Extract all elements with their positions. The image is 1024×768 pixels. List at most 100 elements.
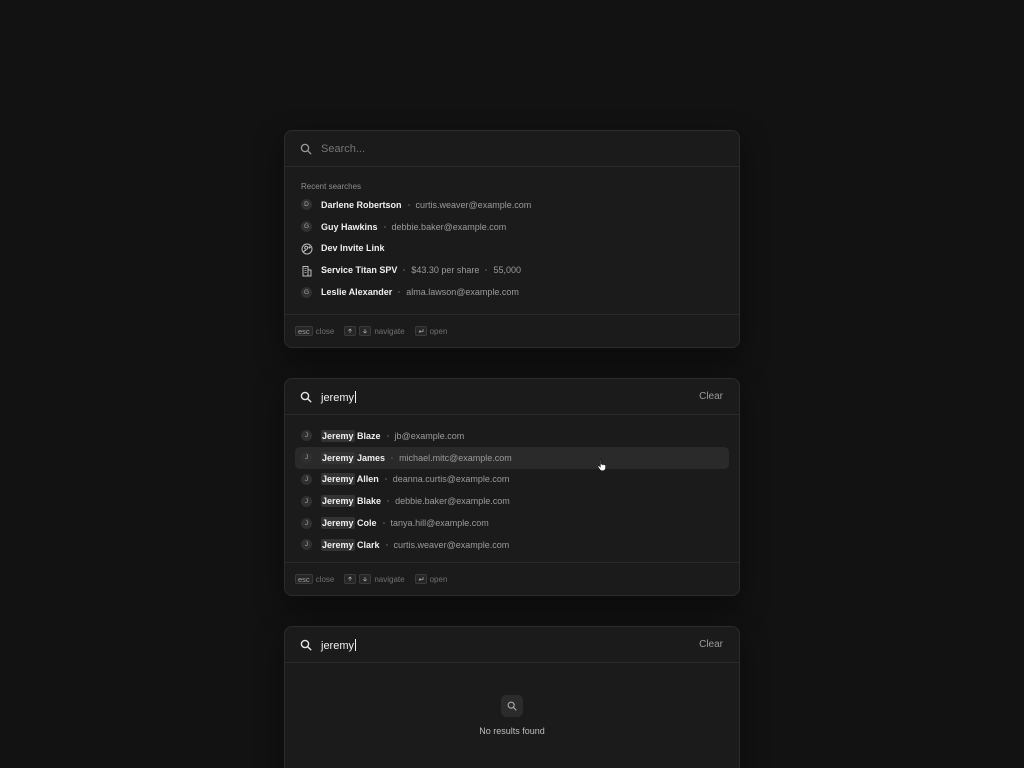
text-caret [355, 638, 357, 651]
stage: Recent searches D Darlene Robertson curtis… [0, 0, 1024, 768]
name-rest: Cole [354, 518, 377, 529]
recent-item-title: Guy Hawkins [321, 221, 378, 232]
enter-key-icon [414, 326, 427, 336]
avatar: G [301, 286, 312, 298]
result-item-email: tanya.hill@example.com [390, 518, 489, 529]
search-input[interactable]: jeremy [321, 636, 695, 654]
search-query: jeremy [321, 391, 355, 404]
recent-item-detail: curtis.weaver@example.com [415, 199, 532, 210]
search-input[interactable] [321, 142, 727, 155]
result-item-name: Jeremy Allen [321, 473, 379, 486]
avatar: J [301, 539, 312, 551]
enter-key-icon [414, 574, 427, 584]
result-item-email: curtis.weaver@example.com [393, 539, 510, 550]
result-item[interactable]: J Jeremy James michael.mitc@example.com [295, 446, 729, 469]
search-bar: jeremy Clear [285, 627, 739, 663]
avatar: J [301, 430, 312, 442]
results-list: J Jeremy Blaze jb@example.com J Jeremy James… [285, 415, 739, 556]
recent-item[interactable]: D Darlene Robertson curtis.weaver@example.… [295, 194, 729, 216]
match-highlight: Jeremy [321, 429, 355, 442]
match-highlight: Jeremy [321, 538, 355, 551]
command-palette-empty: jeremy Clear No results found [284, 626, 740, 768]
recent-item[interactable]: G Leslie Alexander alma.lawson@example.com [295, 281, 729, 303]
separator-dot [403, 269, 406, 272]
name-rest: Blaze [354, 430, 381, 441]
name-rest: Clark [354, 539, 380, 550]
recent-item-detail: 55,000 [493, 265, 521, 276]
match-highlight: Jeremy [321, 473, 355, 486]
result-item[interactable]: J Jeremy Blake debbie.baker@example.com [295, 490, 729, 512]
pointer-cursor-icon [597, 458, 606, 471]
avatar: J [301, 452, 312, 464]
text-caret [355, 390, 357, 403]
arrow-up-key-icon [344, 326, 357, 336]
recent-item-title: Darlene Robertson [321, 199, 402, 210]
recent-item-detail: debbie.baker@example.com [391, 221, 507, 232]
separator-dot [485, 269, 488, 272]
recent-list: D Darlene Robertson curtis.weaver@example.… [285, 194, 739, 303]
esc-key: esc [295, 326, 313, 336]
recent-item-title: Service Titan SPV [321, 265, 398, 276]
result-item[interactable]: J Jeremy Cole tanya.hill@example.com [295, 512, 729, 534]
recent-item[interactable]: G Guy Hawkins debbie.baker@example.com [295, 216, 729, 238]
recent-item-detail: $43.30 per share [411, 265, 480, 276]
user-link-icon [301, 242, 313, 255]
navigate-hint: navigate [374, 574, 405, 584]
recent-searches-label: Recent searches [301, 182, 362, 191]
palette-footer: esc close navigate open [285, 314, 739, 347]
separator-dot [386, 434, 389, 437]
name-rest: James [354, 452, 386, 463]
search-bar: jeremy Clear [285, 379, 739, 415]
search-query: jeremy [321, 639, 355, 652]
result-item-name: Jeremy Clark [321, 538, 380, 551]
recent-item-title: Dev Invite Link [321, 243, 385, 254]
result-item-email: debbie.baker@example.com [395, 496, 510, 507]
match-highlight: Jeremy [321, 495, 355, 508]
separator-dot [391, 456, 394, 459]
result-item-name: Jeremy Cole [321, 517, 377, 530]
result-item-name: Jeremy James [321, 451, 386, 464]
recent-item[interactable]: Service Titan SPV $43.30 per share 55,000 [295, 259, 729, 281]
no-results-message: No results found [479, 726, 545, 736]
result-item[interactable]: J Jeremy Blaze jb@example.com [295, 425, 729, 447]
close-hint: close [315, 326, 335, 336]
avatar: G [301, 221, 312, 233]
recent-item[interactable]: Dev Invite Link [295, 238, 729, 260]
result-item-email: michael.mitc@example.com [399, 452, 512, 463]
result-item[interactable]: J Jeremy Clark curtis.weaver@example.com [295, 534, 729, 556]
open-hint: open [429, 326, 448, 336]
name-rest: Blake [354, 496, 382, 507]
clear-button[interactable]: Clear [695, 637, 727, 652]
separator-dot [382, 522, 385, 525]
search-icon [300, 639, 312, 651]
clear-button[interactable]: Clear [695, 389, 727, 404]
command-palette-recent: Recent searches D Darlene Robertson curtis… [284, 130, 740, 348]
empty-state: No results found [285, 695, 739, 736]
open-hint: open [429, 574, 448, 584]
result-item-name: Jeremy Blake [321, 495, 382, 508]
search-icon [300, 143, 312, 154]
building-icon [301, 264, 313, 277]
separator-dot [384, 478, 387, 481]
avatar: J [301, 473, 312, 485]
separator-dot [398, 291, 401, 294]
arrow-up-key-icon [344, 574, 357, 584]
separator-dot [385, 543, 388, 546]
search-icon [300, 391, 312, 403]
empty-search-icon [501, 695, 523, 717]
separator-dot [387, 500, 390, 503]
search-input[interactable]: jeremy [321, 388, 695, 406]
result-item[interactable]: J Jeremy Allen deanna.curtis@example.com [295, 469, 729, 491]
avatar: D [301, 199, 312, 211]
arrow-down-key-icon [359, 574, 372, 584]
recent-item-title: Leslie Alexander [321, 287, 393, 298]
navigate-hint: navigate [374, 326, 405, 336]
separator-dot [383, 225, 386, 228]
match-highlight: Jeremy [321, 517, 355, 530]
search-bar [285, 131, 739, 167]
command-palette-results: jeremy Clear J Jeremy Blaze jb@example.com… [284, 378, 740, 596]
avatar: J [301, 517, 312, 529]
arrow-down-key-icon [359, 326, 372, 336]
result-item-email: jb@example.com [394, 430, 465, 441]
result-item-name: Jeremy Blaze [321, 429, 381, 442]
